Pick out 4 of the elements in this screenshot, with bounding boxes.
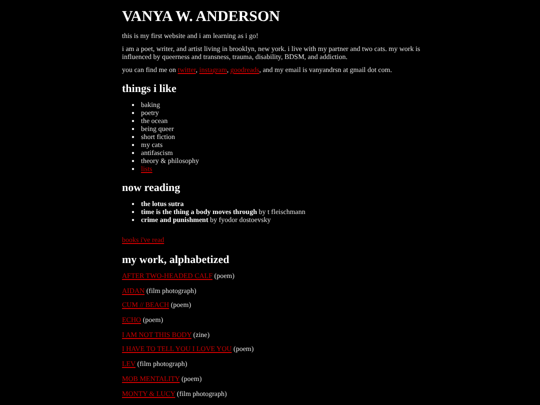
section-heading: now reading (122, 181, 182, 195)
section-heading: things i like (122, 82, 178, 96)
section-heading: my work, alphabetized (122, 253, 230, 267)
site-title: VANYA W. ANDERSON (122, 8, 281, 26)
